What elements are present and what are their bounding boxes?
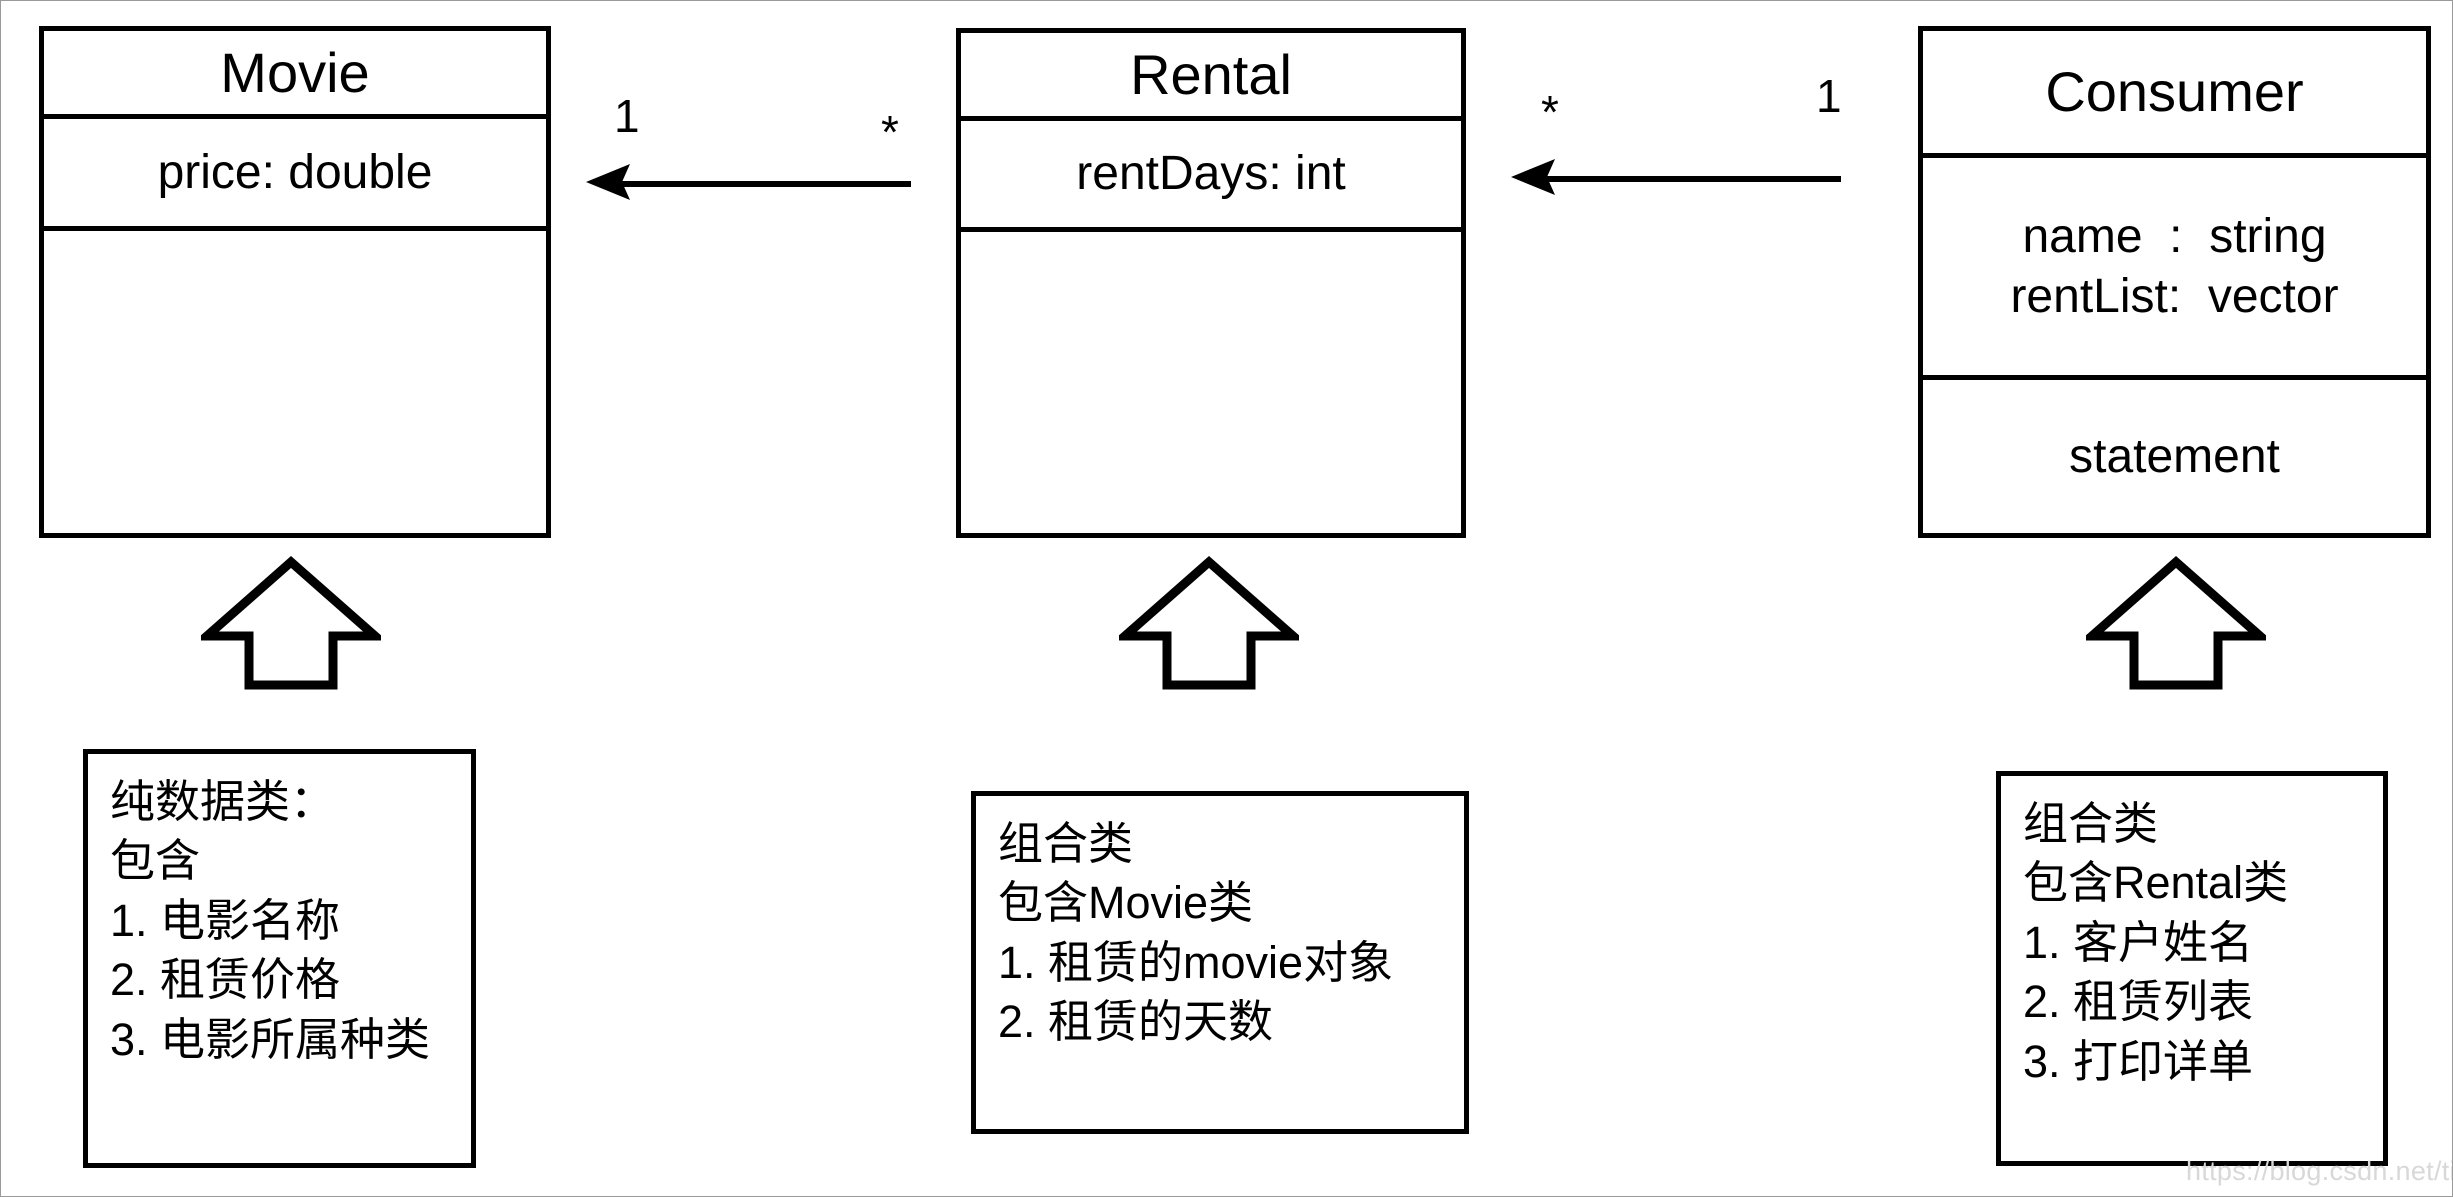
note-line: 包含Movie类 [998,877,1254,929]
note-line: 1. 客户姓名 [2023,916,2254,968]
note-line: 2. 租赁列表 [2023,976,2254,1028]
uml-class-diagram-canvas: Movie price: double Rental rentDays: int… [0,0,2453,1197]
note-line: 包含 [110,835,201,887]
note-line: 纯数据类： [110,776,336,827]
class-operations-compartment-rental [961,227,1461,533]
note-box-consumer[interactable]: 组合类 包含Rental类 1. 客户姓名 2. 租赁列表 3. 打印详单 [1996,771,2388,1166]
note-line: 包含Rental类 [2023,857,2289,909]
note-line: 2. 租赁的天数 [998,996,1274,1048]
association-line-consumer-to-rental [1541,176,1841,182]
multiplicity-consumer-end: 1 [1816,70,1842,122]
association-consumer-to-rental[interactable]: * 1 [1,1,2452,201]
association-arrowhead-consumer-to-rental [1511,159,1555,195]
generalization-block-arrow-movie [201,556,381,690]
note-line: 1. 租赁的movie对象 [998,936,1394,988]
note-box-rental[interactable]: 组合类 包含Movie类 1. 租赁的movie对象 2. 租赁的天数 [971,791,1469,1134]
note-line: 组合类 [998,818,1134,869]
class-operations-compartment-movie [44,225,546,533]
note-line: 3. 打印详单 [2023,1035,2254,1087]
note-line: 1. 电影名称 [110,894,341,946]
generalization-block-arrow-consumer [2086,556,2266,690]
class-attribute-consumer-name: name : string [2022,209,2327,263]
class-operation-consumer-statement: statement [2069,429,2280,483]
multiplicity-rental-end-2: * [1541,86,1559,138]
note-line: 2. 租赁价格 [110,954,341,1006]
watermark-text: https://blog.csdn.net/tianzhiyi1989sq [2186,1156,2452,1186]
class-operations-compartment-consumer: statement [1923,375,2426,533]
generalization-block-arrow-rental [1119,556,1299,690]
class-attribute-consumer-rentlist: rentList: vector [2010,269,2339,323]
note-line: 组合类 [2023,798,2159,849]
note-box-movie[interactable]: 纯数据类： 包含 1. 电影名称 2. 租赁价格 3. 电影所属种类 [83,749,476,1168]
note-line: 3. 电影所属种类 [110,1013,431,1065]
